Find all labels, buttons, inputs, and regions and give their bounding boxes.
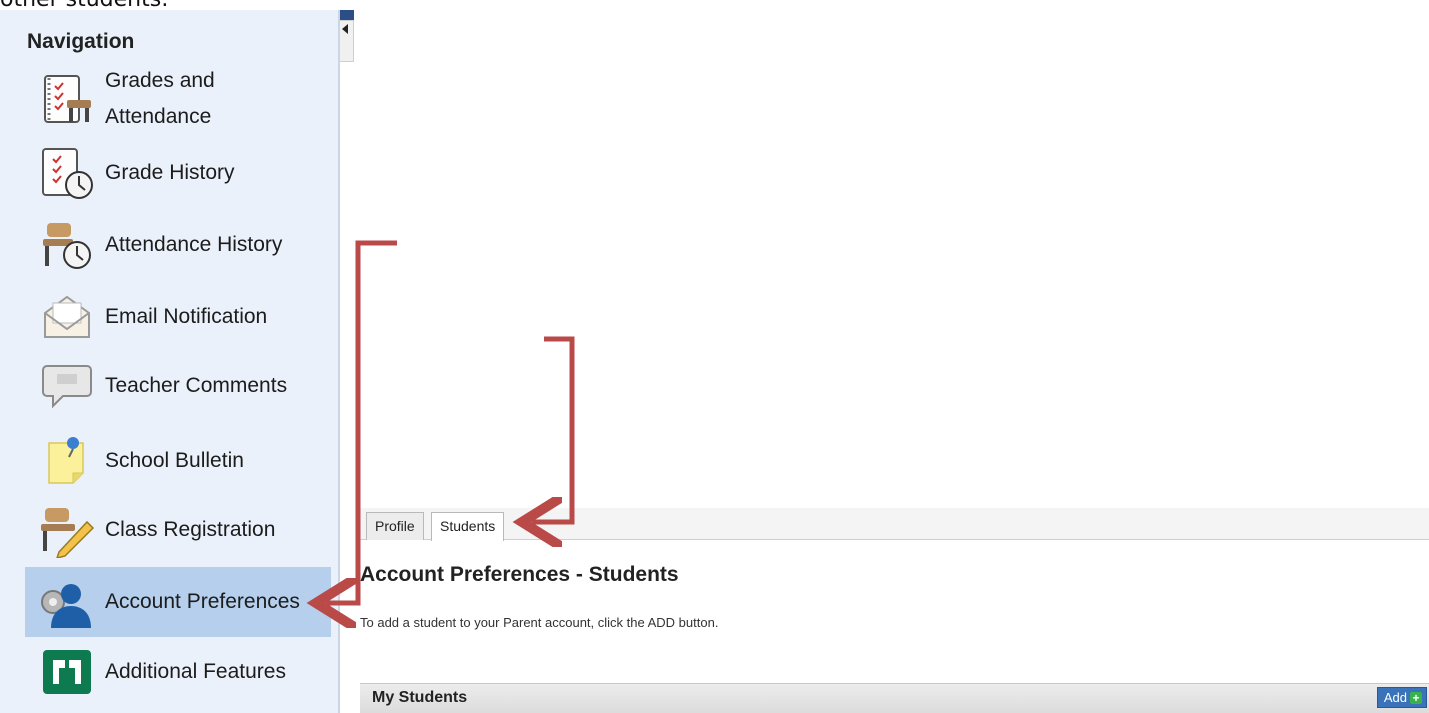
nav-item-label: Account Preferences <box>105 590 300 613</box>
nav-item-grade-history[interactable]: Grade History <box>25 138 331 208</box>
nav-item-additional-features[interactable]: Additional Features <box>25 637 331 707</box>
add-button-label: Add <box>1383 690 1407 705</box>
attendance-history-icon <box>43 223 91 269</box>
section-title: My Students <box>372 689 468 706</box>
nav-item-grades-and-attendance[interactable]: Grades and Attendance <box>25 65 331 135</box>
nav-item-label: Teacher Comments <box>105 374 288 397</box>
tab-profile[interactable]: Profile <box>366 512 424 540</box>
desk-pencil-icon <box>41 508 95 558</box>
plus-icon: + <box>1410 691 1422 704</box>
grade-history-icon <box>42 148 93 199</box>
nav-title: Navigation <box>27 30 135 53</box>
nav-item-school-bulletin[interactable]: School Bulletin <box>25 426 331 496</box>
nav-item-label: Attendance History <box>105 233 283 256</box>
nav-item-label: School Bulletin <box>105 449 244 472</box>
nav-item-label: Additional Features <box>105 660 286 683</box>
envelope-icon <box>44 295 90 338</box>
speech-bubble-icon <box>42 365 92 409</box>
nav-item-attendance-history[interactable]: Attendance History <box>25 210 331 280</box>
navigation-sidebar: Navigation Grades and Attendance Grade H… <box>0 10 340 713</box>
header-strip <box>340 10 354 20</box>
sticky-note-icon <box>48 437 84 484</box>
nav-item-label: Grades and <box>105 69 215 92</box>
nav-item-teacher-comments[interactable]: Teacher Comments <box>25 351 331 421</box>
nav-item-account-preferences[interactable]: Account Preferences <box>25 567 331 637</box>
tab-bar: Profile Students <box>360 508 1429 541</box>
additional-features-logo-icon <box>43 650 91 694</box>
gradebook-icon <box>44 75 91 123</box>
collapse-arrow-icon[interactable] <box>342 24 348 34</box>
tab-students[interactable]: Students <box>431 512 505 541</box>
user-gear-icon <box>41 584 91 628</box>
annotation-arrow-to-students-tab <box>532 336 575 522</box>
nav-item-email-notification[interactable]: Email Notification <box>25 282 331 352</box>
page-description: To add a student to your Parent account,… <box>360 615 719 630</box>
nav-item-label: Grade History <box>105 161 235 184</box>
nav-item-label: Email Notification <box>105 305 268 328</box>
add-student-button[interactable]: Add + <box>1376 687 1427 708</box>
nav-item-class-registration[interactable]: Class Registration <box>25 495 331 565</box>
my-students-section-header: My Students Add + <box>360 683 1429 713</box>
nav-item-label: Class Registration <box>105 518 276 541</box>
nav-item-label: Attendance <box>105 105 212 128</box>
page-title: Account Preferences - Students <box>360 563 679 586</box>
